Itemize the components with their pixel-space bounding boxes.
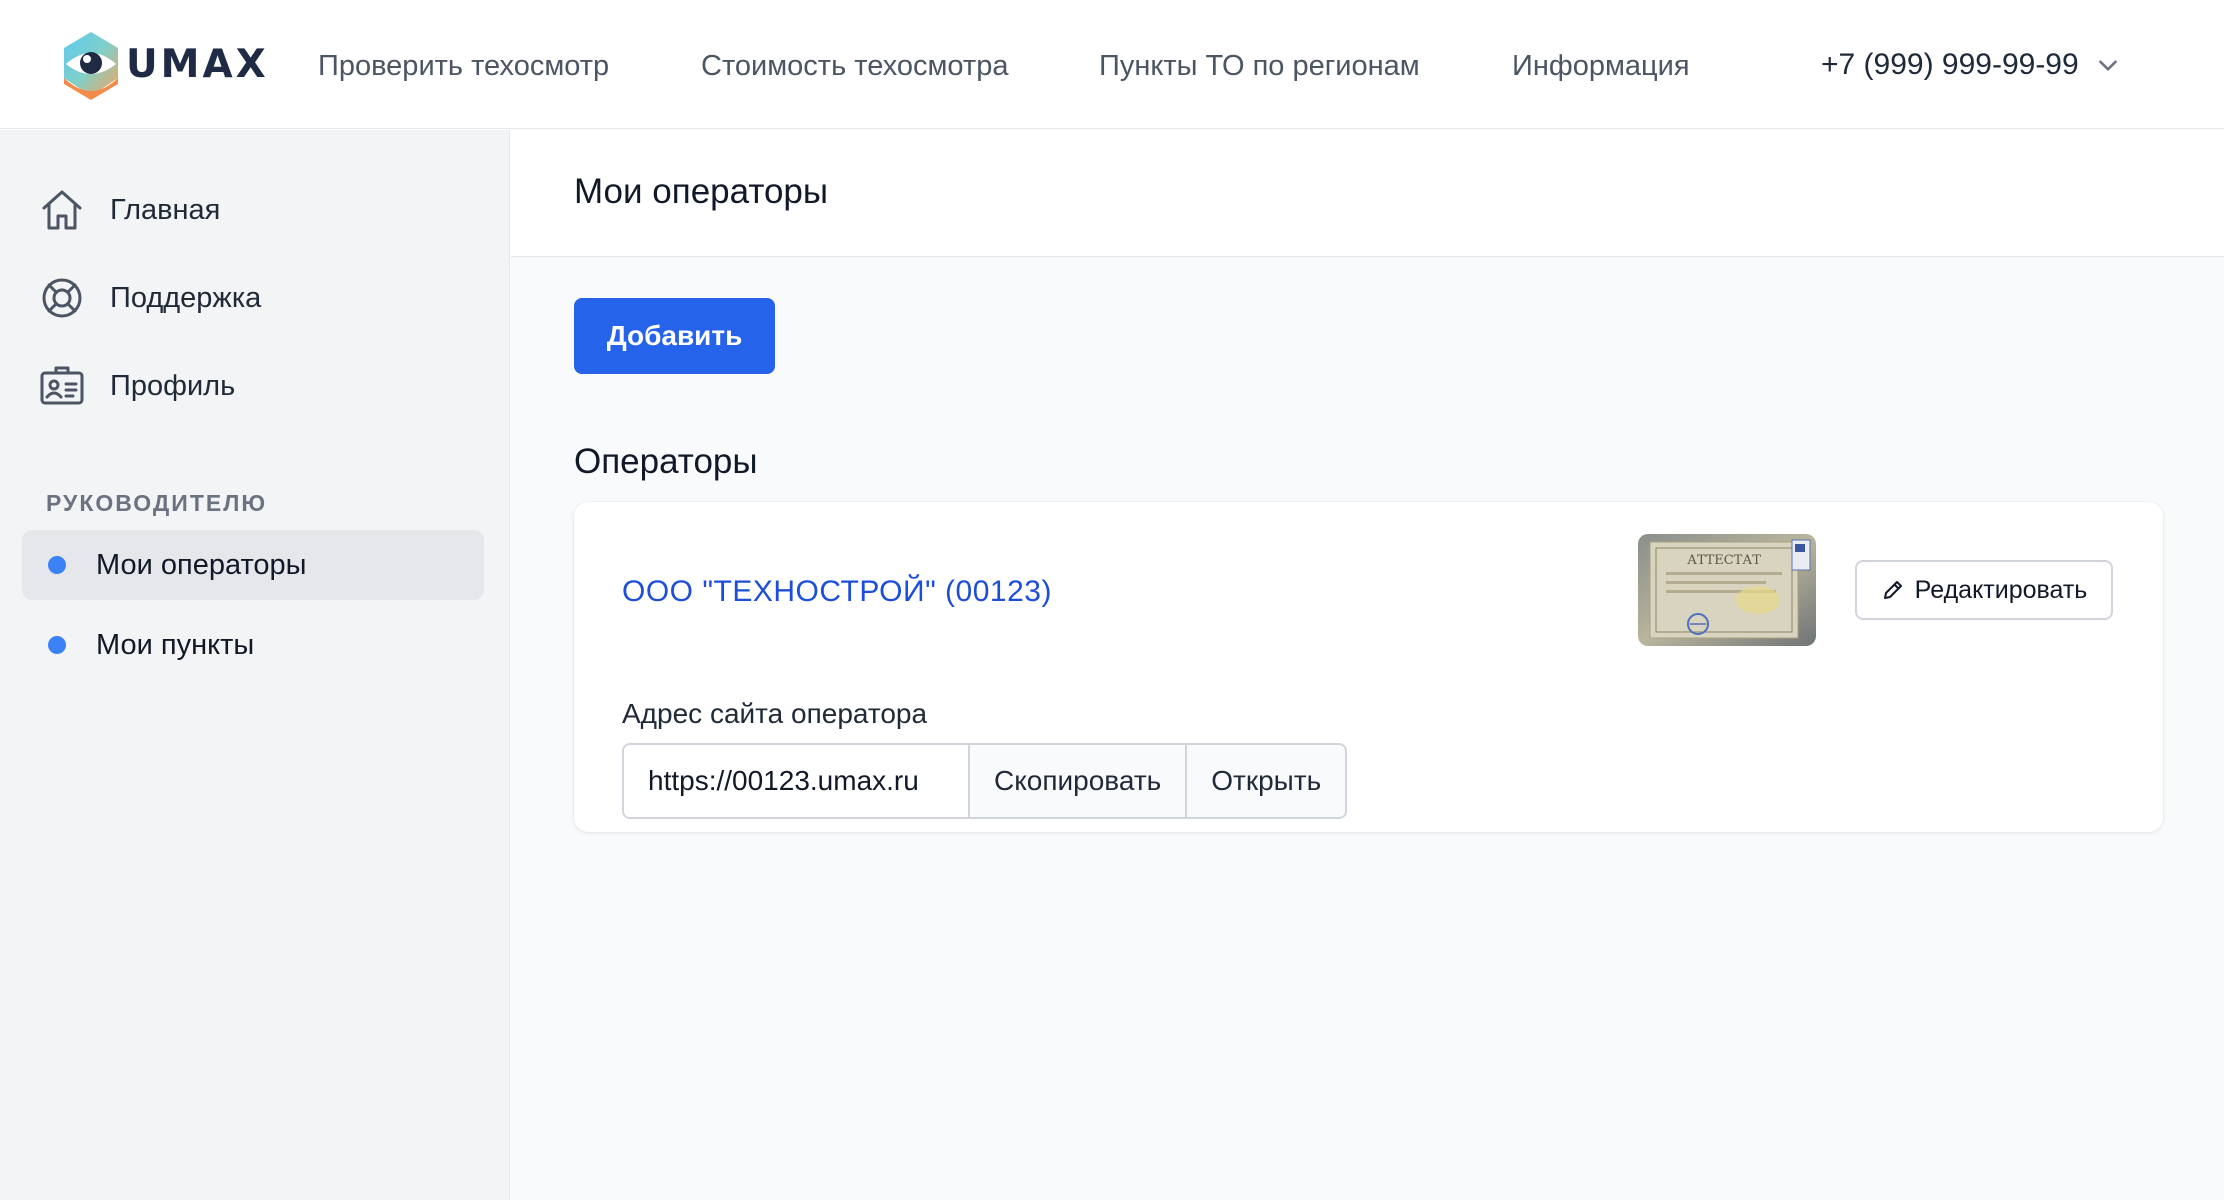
certificate-thumbnail[interactable]: АТТЕСТАТ — [1638, 534, 1816, 646]
section-title: Операторы — [574, 442, 758, 481]
chevron-down-icon — [2098, 60, 2117, 71]
sidebar-item-label: Поддержка — [110, 281, 262, 314]
edit-button-label: Редактировать — [1914, 575, 2088, 604]
operator-name-link[interactable]: ООО "ТЕХНОСТРОЙ" (00123) — [622, 575, 1052, 609]
sidebar-item-label: Профиль — [110, 369, 236, 402]
top-header: UMAX Проверить техосмотр Стоимость техос… — [0, 0, 2224, 129]
operator-card: ООО "ТЕХНОСТРОЙ" (00123) АТТЕСТАТ Редакт… — [574, 502, 2163, 832]
sidebar-item-my-operators[interactable]: Мои операторы — [22, 530, 484, 600]
main-content: Мои операторы Добавить Операторы ООО "ТЕ… — [511, 130, 2224, 1200]
sidebar-item-my-points[interactable]: Мои пункты — [22, 610, 484, 680]
lifebuoy-icon — [42, 278, 82, 318]
phone-dropdown[interactable]: +7 (999) 999-99-99 — [1821, 46, 2121, 84]
edit-button[interactable]: Редактировать — [1855, 560, 2113, 620]
sidebar-item-profile[interactable]: Профиль — [38, 361, 235, 411]
phone-number: +7 (999) 999-99-99 — [1821, 48, 2079, 81]
home-icon — [42, 190, 82, 230]
open-button[interactable]: Открыть — [1185, 745, 1346, 817]
copy-button[interactable]: Скопировать — [968, 745, 1186, 817]
sidebar-item-label: Мои операторы — [96, 548, 307, 581]
nav-check-inspection[interactable]: Проверить техосмотр — [318, 48, 609, 84]
sidebar-item-home[interactable]: Главная — [38, 185, 220, 235]
bullet-dot-icon — [48, 636, 66, 654]
logo-text: UMAX — [126, 41, 269, 87]
sidebar-item-support[interactable]: Поддержка — [38, 273, 261, 323]
add-operator-button[interactable]: Добавить — [574, 298, 775, 374]
bullet-dot-icon — [48, 556, 66, 574]
site-url-input[interactable] — [624, 745, 968, 817]
logo-eye-icon — [64, 32, 118, 100]
page-header: Мои операторы — [511, 130, 2224, 257]
nav-inspection-points[interactable]: Пункты ТО по регионам — [1099, 48, 1420, 84]
sidebar-item-label: Мои пункты — [96, 628, 255, 661]
sidebar-section-label: РУКОВОДИТЕЛЮ — [46, 490, 268, 516]
nav-information[interactable]: Информация — [1512, 48, 1690, 84]
sidebar-item-label: Главная — [110, 193, 221, 226]
certificate-title: АТТЕСТАТ — [1687, 553, 1761, 568]
nav-inspection-cost[interactable]: Стоимость техосмотра — [701, 48, 1008, 84]
sidebar: Главная Поддержка Профиль РУКОВОДИТЕЛЮ М… — [0, 130, 510, 1200]
logo[interactable]: UMAX — [58, 28, 269, 100]
pencil-icon — [1883, 581, 1902, 599]
site-address-label: Адрес сайта оператора — [622, 698, 928, 729]
page-title: Мои операторы — [574, 172, 829, 211]
site-url-group: Скопировать Открыть — [622, 743, 1348, 819]
id-card-icon — [40, 366, 84, 405]
